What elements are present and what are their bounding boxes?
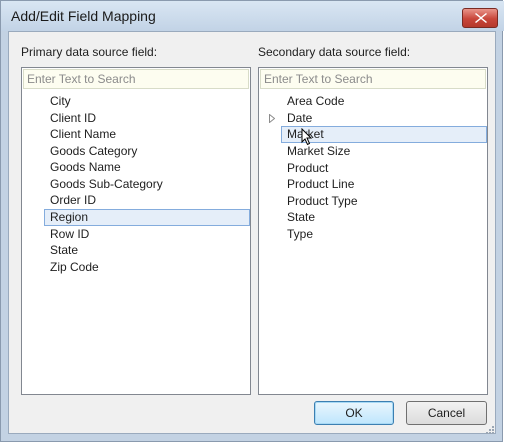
- mouse-pointer-icon: [301, 128, 313, 146]
- ok-button[interactable]: OK: [314, 401, 394, 425]
- secondary-field-list: Area Code Date Market Market Size Produc…: [259, 93, 487, 242]
- dialog-window: Add/Edit Field Mapping Primary data sour…: [0, 0, 504, 442]
- close-button[interactable]: [462, 8, 498, 28]
- list-item[interactable]: Goods Category: [22, 143, 250, 160]
- secondary-search-input[interactable]: [260, 69, 486, 89]
- list-item[interactable]: Product Line: [259, 176, 487, 193]
- list-item[interactable]: Row ID: [22, 226, 250, 243]
- list-item[interactable]: Zip Code: [22, 259, 250, 276]
- list-item[interactable]: Goods Name: [22, 159, 250, 176]
- list-item[interactable]: Order ID: [22, 192, 250, 209]
- list-item[interactable]: Client ID: [22, 110, 250, 127]
- dialog-body: Primary data source field: Secondary dat…: [8, 31, 496, 434]
- title-bar[interactable]: Add/Edit Field Mapping: [1, 1, 504, 31]
- resize-grip-icon[interactable]: [483, 425, 495, 437]
- list-item[interactable]: Area Code: [259, 93, 487, 110]
- triangle-right-icon[interactable]: [269, 113, 275, 123]
- cancel-button[interactable]: Cancel: [406, 401, 487, 425]
- list-item-label: Date: [287, 110, 313, 125]
- list-item-expandable[interactable]: Date: [259, 110, 487, 127]
- list-item-selected[interactable]: Region: [44, 208, 250, 226]
- list-item[interactable]: State: [22, 242, 250, 259]
- close-icon: [475, 13, 487, 23]
- primary-field-list: City Client ID Client Name Goods Categor…: [22, 93, 250, 275]
- list-item[interactable]: State: [259, 209, 487, 226]
- dialog-title: Add/Edit Field Mapping: [11, 8, 156, 24]
- list-item[interactable]: City: [22, 93, 250, 110]
- list-item[interactable]: Market Size: [259, 143, 487, 160]
- list-item[interactable]: Type: [259, 226, 487, 243]
- primary-field-label: Primary data source field:: [21, 45, 158, 59]
- list-item[interactable]: Client Name: [22, 126, 250, 143]
- list-item[interactable]: Product Type: [259, 193, 487, 210]
- secondary-field-label: Secondary data source field:: [258, 45, 411, 59]
- secondary-field-panel: Area Code Date Market Market Size Produc…: [258, 67, 488, 395]
- list-item[interactable]: Product: [259, 160, 487, 177]
- primary-field-panel: City Client ID Client Name Goods Categor…: [21, 67, 251, 395]
- list-item[interactable]: Goods Sub-Category: [22, 176, 250, 193]
- primary-search-input[interactable]: [23, 69, 249, 89]
